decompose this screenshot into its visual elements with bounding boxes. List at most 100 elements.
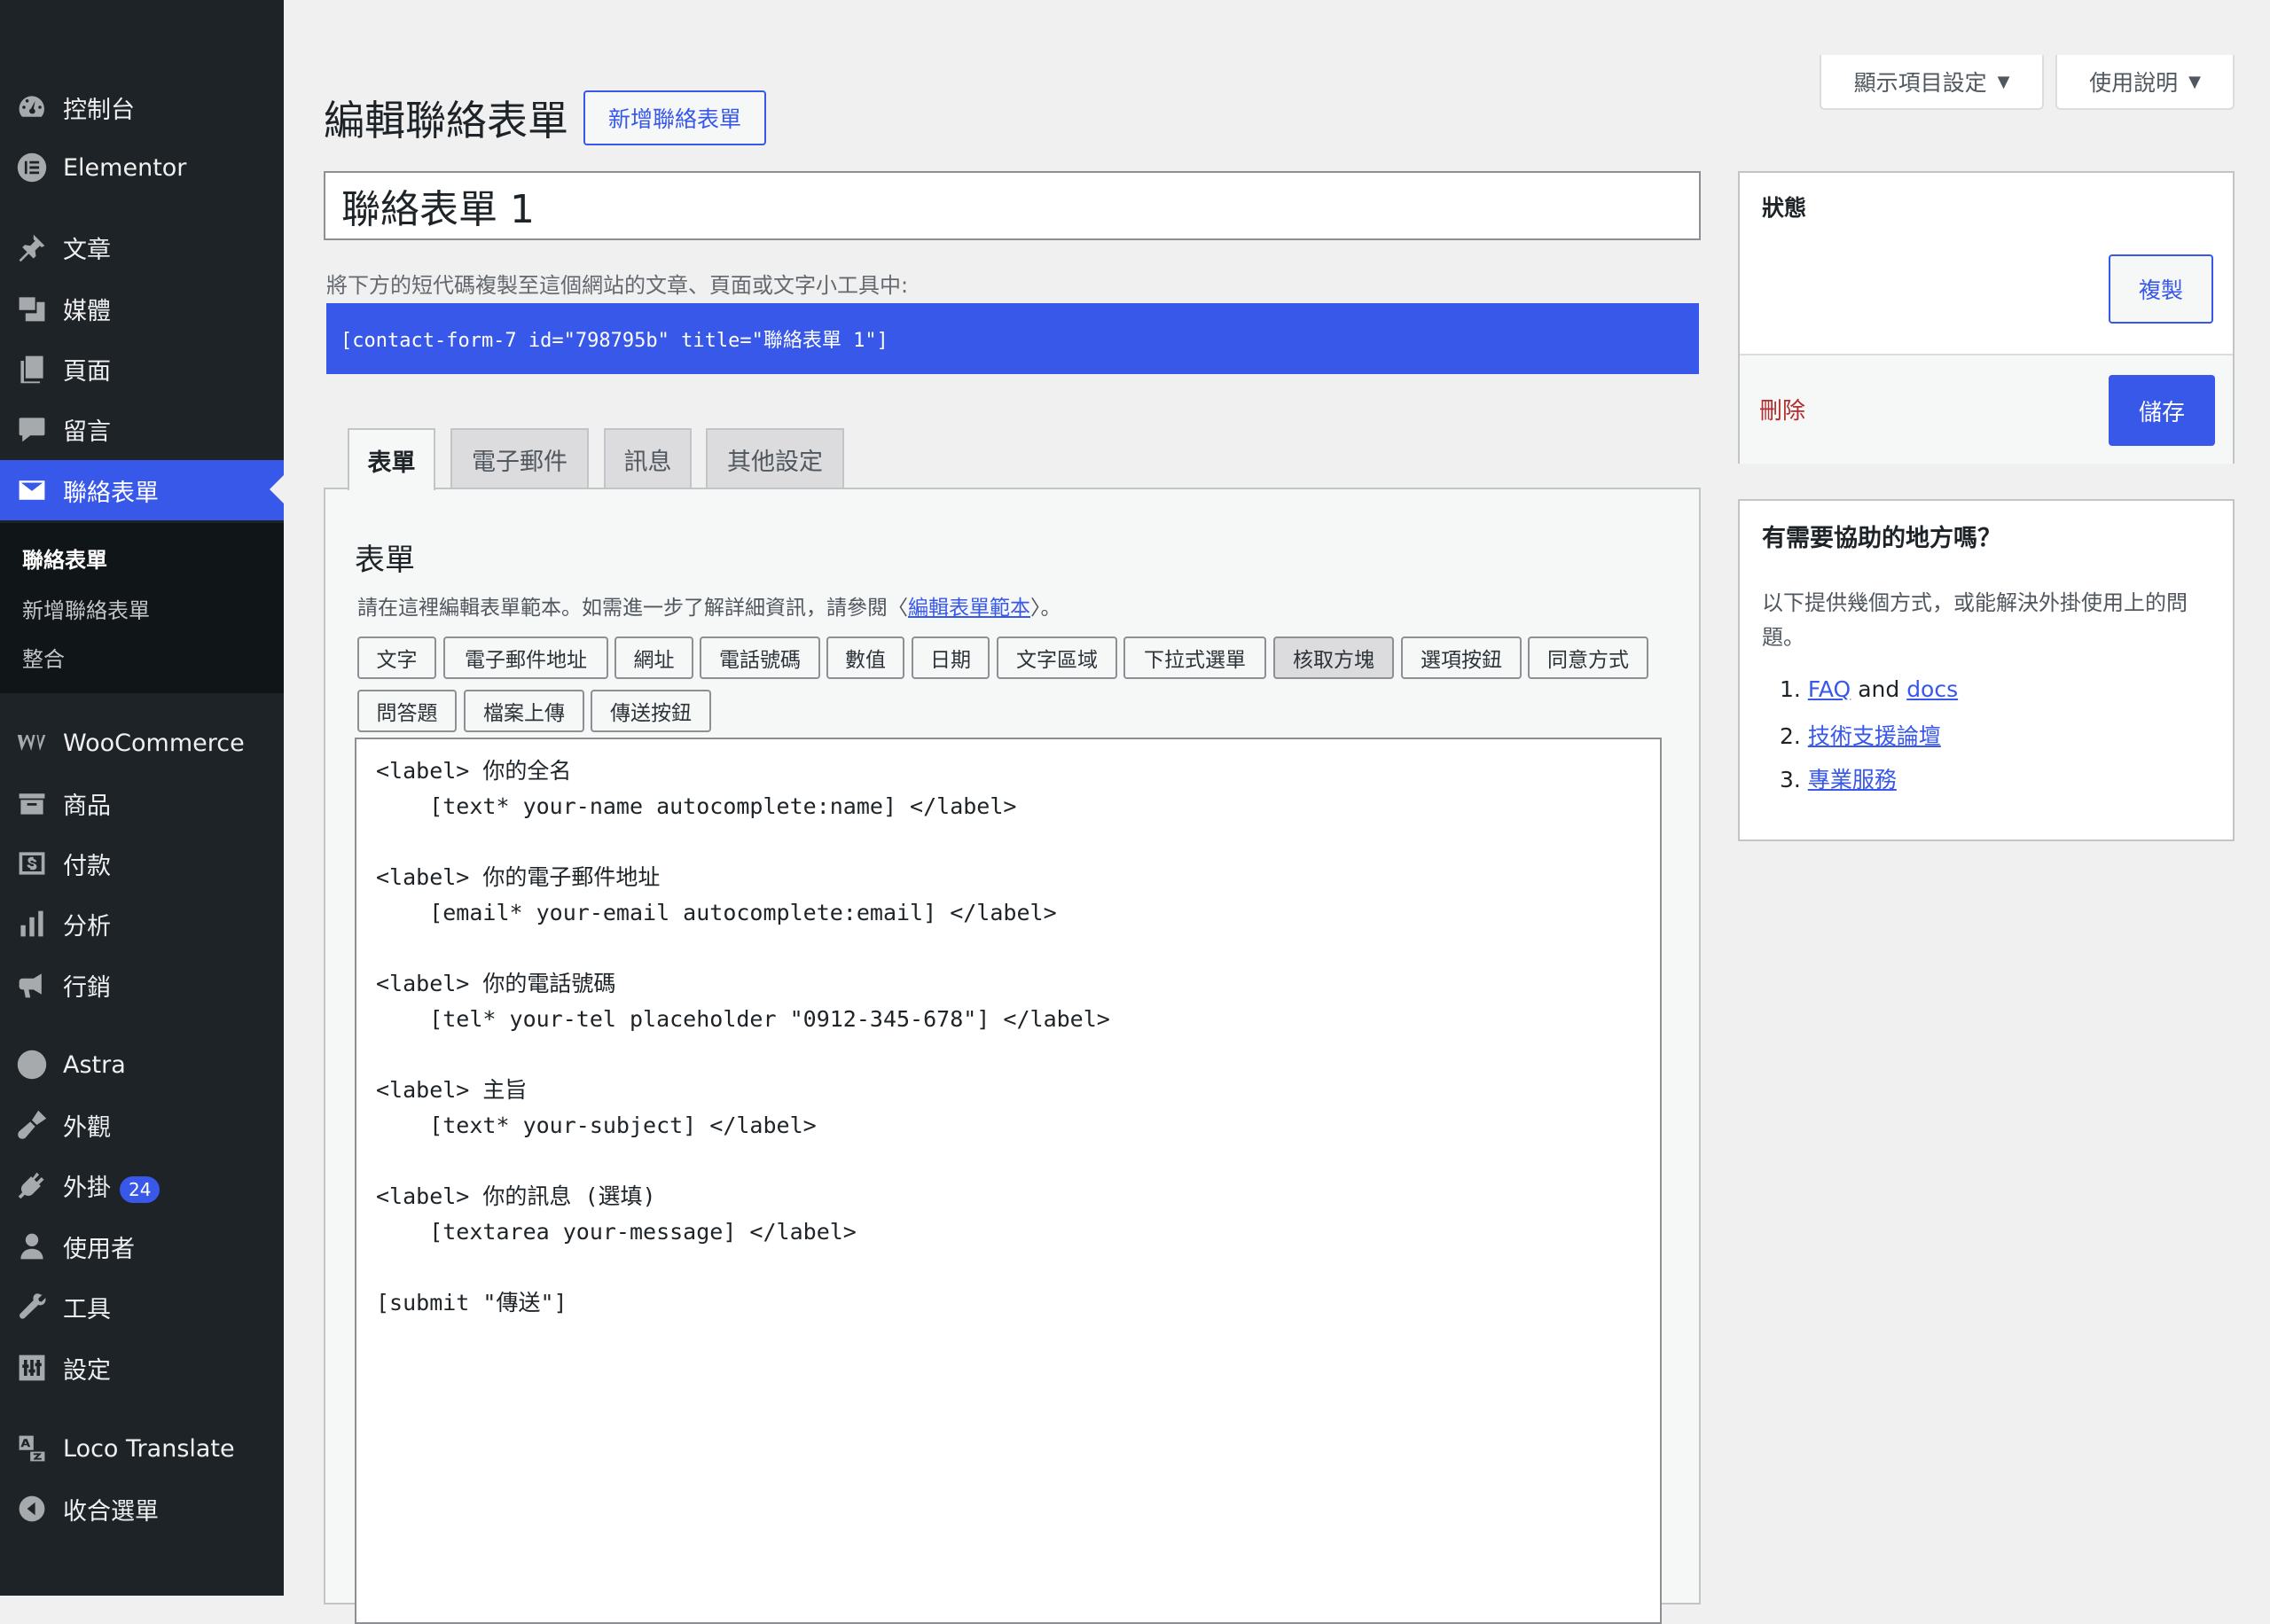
- admin-sidebar: 控制台 Elementor 文章 媒體 頁面 留言 聯絡表單 聯絡表單 新增聯絡…: [0, 0, 284, 1596]
- menu-item-media[interactable]: 媒體: [0, 278, 284, 339]
- dashboard-icon: [15, 90, 49, 124]
- editing-template-link[interactable]: 編輯表單範本: [908, 597, 1030, 620]
- menu-item-pages[interactable]: 頁面: [0, 339, 284, 399]
- collapse-icon: [15, 1492, 49, 1526]
- shortcode-field[interactable]: [contact-form-7 id="798795b" title="聯絡表單…: [326, 303, 1699, 374]
- menu-label: 控制台: [63, 96, 135, 124]
- menu-label: 收合選單: [63, 1497, 159, 1526]
- support-forums-link[interactable]: 技術支援論壇: [1808, 723, 1941, 749]
- menu-item-appearance[interactable]: 外觀: [0, 1095, 284, 1155]
- products-icon: [15, 786, 49, 820]
- menu-item-elementor[interactable]: Elementor: [0, 137, 284, 198]
- status-title: 狀態: [1762, 195, 1807, 221]
- users-icon: [15, 1230, 49, 1263]
- menu-label: 商品: [63, 792, 111, 820]
- tag-button-url[interactable]: 網址: [614, 636, 693, 679]
- delete-link[interactable]: 刪除: [1759, 393, 1805, 426]
- menu-item-marketing[interactable]: 行銷: [0, 955, 284, 1015]
- menu-item-plugins[interactable]: 外掛 24: [0, 1155, 284, 1215]
- menu-item-products[interactable]: 商品: [0, 773, 284, 833]
- menu-item-contact[interactable]: 聯絡表單: [0, 460, 284, 520]
- menu-label: Astra: [63, 1050, 126, 1079]
- tag-button-file[interactable]: 檔案上傳: [464, 690, 584, 732]
- menu-item-collapse[interactable]: 收合選單: [0, 1479, 284, 1539]
- help-box: 有需要協助的地方嗎？ 以下提供幾個方式，或能解決外掛使用上的問題。 1. FAQ…: [1738, 499, 2235, 841]
- submenu-item-add-new[interactable]: 新增聯絡表單: [22, 593, 150, 624]
- help-list-item: 3. 專業服務: [1780, 767, 1897, 792]
- panel-description: 請在這裡編輯表單範本。如需進一步了解詳細資訊，請參閱〈編輯表單範本〉。: [357, 597, 1061, 620]
- menu-item-settings[interactable]: 設定: [0, 1338, 284, 1398]
- settings-icon: [15, 1351, 49, 1385]
- astra-icon: [15, 1048, 49, 1081]
- help-list-item: 2. 技術支援論壇: [1780, 723, 1941, 749]
- menu-item-payments[interactable]: 付款: [0, 833, 284, 894]
- professional-services-link[interactable]: 專業服務: [1808, 767, 1897, 792]
- tab-mail[interactable]: 電子郵件: [450, 428, 589, 488]
- page-title: 編輯聯絡表單: [324, 97, 568, 144]
- tag-button-drop-down-menu[interactable]: 下拉式選單: [1123, 636, 1266, 679]
- add-new-form-button[interactable]: 新增聯絡表單: [583, 90, 766, 145]
- tab-messages[interactable]: 訊息: [604, 428, 692, 488]
- menu-label: 外觀: [63, 1113, 111, 1142]
- menu-label: Elementor: [63, 153, 187, 182]
- menu-item-users[interactable]: 使用者: [0, 1216, 284, 1277]
- marketing-icon: [15, 968, 49, 1002]
- menu-label: 外掛 24: [63, 1168, 160, 1203]
- comments-icon: [15, 412, 49, 446]
- tag-button-radio-buttons[interactable]: 選項按鈕: [1401, 636, 1522, 679]
- menu-item-woocommerce[interactable]: WooCommerce: [0, 713, 284, 773]
- tag-button-tel[interactable]: 電話號碼: [700, 636, 820, 679]
- tag-button-quiz[interactable]: 問答題: [357, 690, 457, 732]
- submenu-item-contact-forms[interactable]: 聯絡表單: [22, 543, 107, 574]
- analytics-icon: [15, 907, 49, 941]
- help-list-item: 1. FAQ and docs: [1780, 676, 1959, 702]
- menu-label: 行銷: [63, 973, 111, 1002]
- menu-label: WooCommerce: [63, 729, 245, 757]
- menu-item-dashboard[interactable]: 控制台: [0, 77, 284, 137]
- form-template-textarea[interactable]: <label> 你的全名 [text* your-name autocomple…: [355, 738, 1662, 1624]
- menu-item-tools[interactable]: 工具: [0, 1277, 284, 1337]
- tag-button-email[interactable]: 電子郵件地址: [443, 636, 608, 679]
- menu-label: 分析: [63, 912, 111, 941]
- menu-label: 媒體: [63, 297, 111, 325]
- save-button[interactable]: 儲存: [2109, 375, 2215, 446]
- form-title-input[interactable]: 聯絡表單 1: [324, 171, 1701, 240]
- plugin-update-count-badge: 24: [120, 1175, 160, 1203]
- woocommerce-icon: [15, 726, 49, 760]
- menu-item-astra[interactable]: Astra: [0, 1035, 284, 1095]
- tag-button-checkboxes[interactable]: 核取方塊: [1273, 636, 1394, 679]
- faq-link[interactable]: FAQ: [1808, 676, 1851, 702]
- menu-label: 付款: [63, 852, 111, 880]
- duplicate-button[interactable]: 複製: [2109, 254, 2213, 324]
- menu-label: 工具: [63, 1295, 111, 1323]
- pages-icon: [15, 352, 49, 386]
- menu-item-loco-translate[interactable]: Loco Translate: [0, 1418, 284, 1479]
- menu-label: 設定: [63, 1356, 111, 1385]
- help-title: 有需要協助的地方嗎？: [1762, 525, 2001, 552]
- tag-button-acceptance[interactable]: 同意方式: [1528, 636, 1648, 679]
- status-actions: 刪除 儲存: [1740, 354, 2233, 464]
- menu-label: 使用者: [63, 1235, 135, 1263]
- caret-down-icon: ▼: [1997, 72, 2010, 91]
- payments-icon: [15, 847, 49, 880]
- tag-button-text[interactable]: 文字: [357, 636, 436, 679]
- menu-item-posts[interactable]: 文章: [0, 217, 284, 277]
- tag-button-number[interactable]: 數值: [826, 636, 904, 679]
- screen-options-button[interactable]: 顯示項目設定 ▼: [1820, 55, 2044, 110]
- help-tab-button[interactable]: 使用說明 ▼: [2055, 55, 2235, 110]
- tab-form[interactable]: 表單: [348, 428, 435, 490]
- tab-additional-settings[interactable]: 其他設定: [706, 428, 844, 488]
- tag-button-date[interactable]: 日期: [912, 636, 990, 679]
- tag-button-textarea[interactable]: 文字區域: [997, 636, 1117, 679]
- menu-item-analytics[interactable]: 分析: [0, 894, 284, 954]
- tag-button-submit[interactable]: 傳送按鈕: [591, 690, 711, 732]
- menu-item-comments[interactable]: 留言: [0, 399, 284, 459]
- form-editor-panel: 表單 請在這裡編輯表單範本。如需進一步了解詳細資訊，請參閱〈編輯表單範本〉。 文…: [324, 488, 1701, 1624]
- submenu-item-integration[interactable]: 整合: [22, 642, 65, 673]
- menu-label: 頁面: [63, 357, 111, 386]
- tools-icon: [15, 1290, 49, 1323]
- docs-link[interactable]: docs: [1906, 676, 1958, 702]
- menu-label: Loco Translate: [63, 1434, 235, 1463]
- menu-label: 聯絡表單: [63, 479, 159, 507]
- translate-icon: [15, 1432, 49, 1465]
